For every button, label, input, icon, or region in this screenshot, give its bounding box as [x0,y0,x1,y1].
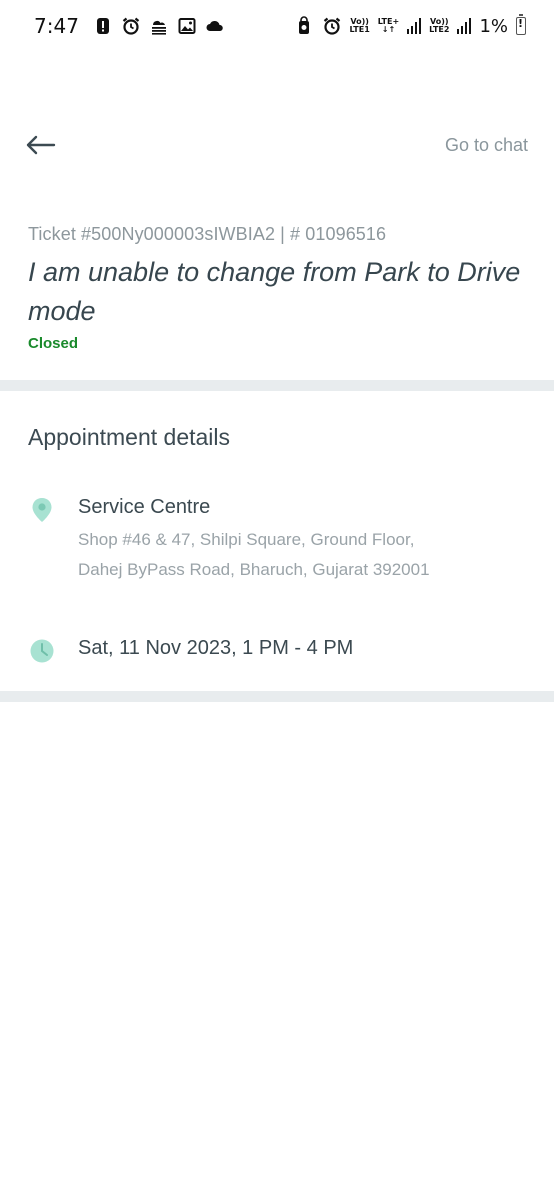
lock-rotate-icon [294,16,314,36]
screen: 7:47 Vo)) LTE1 LTE+ ↓↑ Vo)) LTE2 1% ! Go… [0,0,554,1200]
map-pin-icon [32,498,52,522]
location-name: Service Centre [78,496,211,518]
clock-icon [30,639,54,663]
appointment-section-title: Appointment details [28,424,231,450]
sim1-signal-icon [407,18,422,34]
battery-percent: 1% [479,15,508,37]
sim1-network: LTE1 [349,25,370,34]
alert-icon [93,16,113,36]
appointment-datetime: Sat, 11 Nov 2023, 1 PM - 4 PM [78,637,354,659]
ticket-status-badge: Closed [28,335,79,352]
sim2-signal-icon [457,18,472,34]
ticket-summary: Ticket #500Ny000003sIWBIA2 | # 01096516 … [28,224,528,352]
status-bar-right: Vo)) LTE1 LTE+ ↓↑ Vo)) LTE2 1% [294,14,526,37]
location-address: Shop #46 & 47, Shilpi Square, Ground Flo… [78,530,430,579]
status-time: 7:47 [34,14,79,38]
sim1-data-activity: ↓↑ [381,25,396,34]
battery-icon [516,14,526,35]
alarm-icon [322,16,342,36]
section-divider [0,380,554,391]
sim1-data: LTE+ ↓↑ [378,18,399,34]
cloud-icon [205,16,225,36]
status-bar-left: 7:47 [34,14,225,38]
gallery-icon [177,16,197,36]
go-to-chat-link[interactable]: Go to chat [445,135,528,156]
ticket-number: Ticket #500Ny000003sIWBIA2 | # 01096516 [28,224,387,244]
header: Go to chat [0,118,554,172]
ticket-title: I am unable to change from Park to Drive… [28,257,521,326]
back-button[interactable] [26,130,60,160]
sim1-label: Vo)) LTE1 [350,18,370,34]
alarm-icon [121,16,141,36]
arrow-left-icon [26,135,56,155]
status-bar: 7:47 Vo)) LTE1 LTE+ ↓↑ Vo)) LTE2 1% ! [0,0,554,52]
sim2-network: LTE2 [429,25,450,34]
weather-fog-icon [149,16,169,36]
appointment-location: Service Centre Shop #46 & 47, Shilpi Squ… [28,496,438,585]
sim2-label: Vo)) LTE2 [429,18,449,34]
appointment-time: Sat, 11 Nov 2023, 1 PM - 4 PM [28,637,353,665]
section-divider-bottom [0,691,554,702]
location-details: Service Centre Shop #46 & 47, Shilpi Squ… [78,496,438,585]
